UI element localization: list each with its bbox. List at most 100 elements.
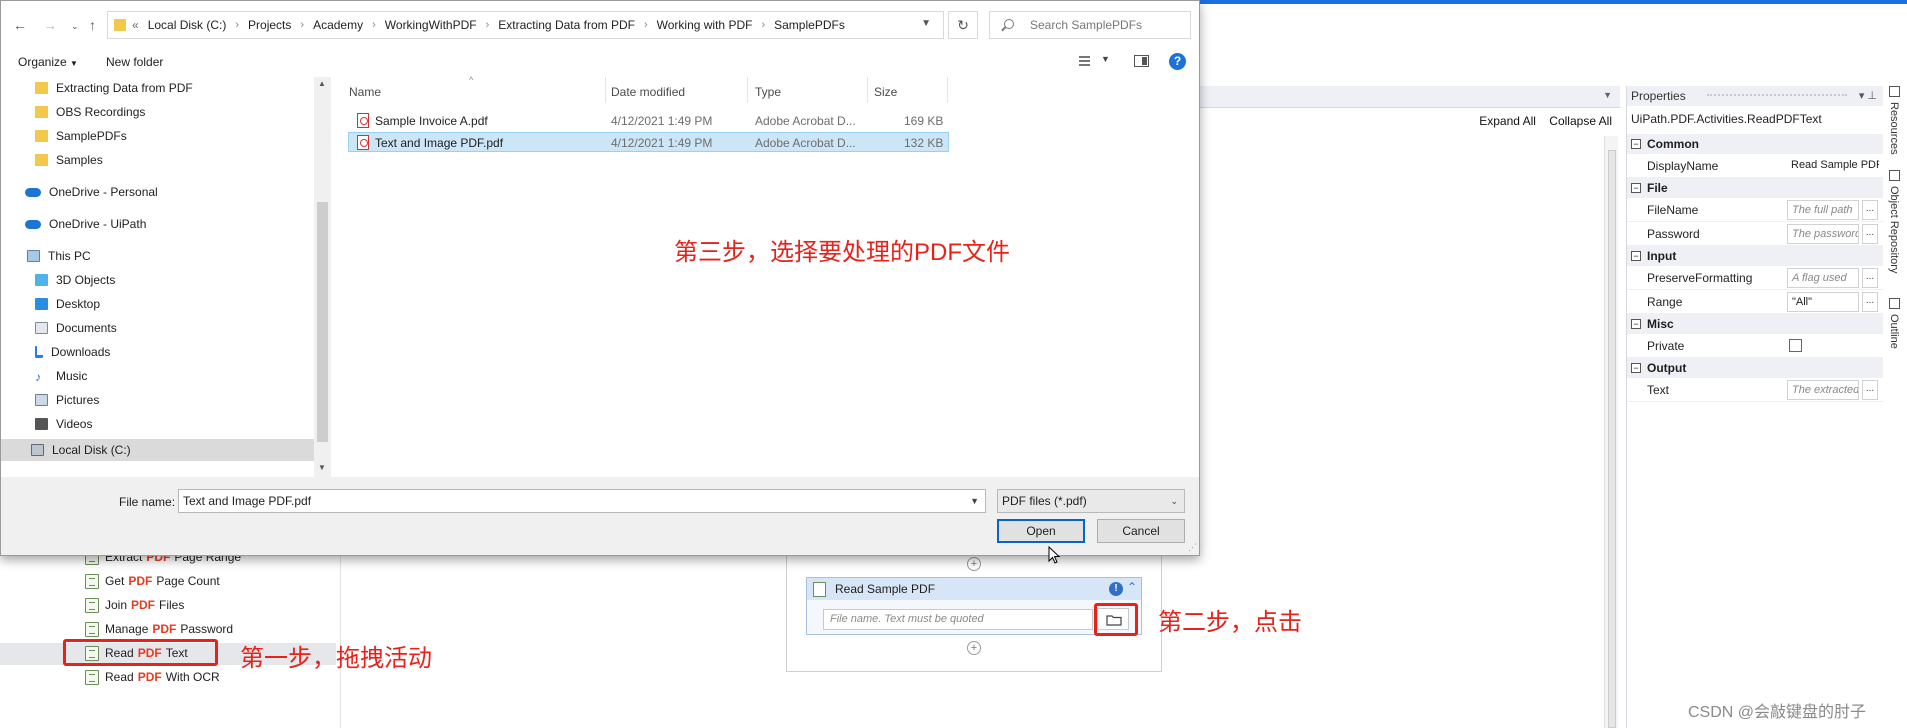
category-misc[interactable]: − Misc [1627,314,1883,334]
properties-title: Properties [1631,89,1686,103]
expand-all-button[interactable]: Expand All [1479,114,1536,128]
search-input[interactable]: Search SamplePDFs [989,11,1191,39]
chevron-down-icon[interactable]: ▼ [970,490,979,512]
nav-item-videos[interactable]: Videos [35,413,92,435]
preview-pane-icon[interactable] [1134,55,1149,67]
filetype-select[interactable]: PDF files (*.pdf) ⌄ [997,489,1185,513]
forward-arrow-icon[interactable]: → [43,17,57,33]
folder-icon [114,19,126,31]
info-icon[interactable]: ! [1109,582,1123,596]
nav-item-obs-recordings[interactable]: OBS Recordings [35,101,145,123]
read-sample-pdf-activity[interactable]: Read Sample PDF ! ⌃ File name. Text must… [806,577,1142,635]
tab-outline[interactable]: Outline [1888,314,1900,349]
private-checkbox[interactable] [1789,339,1802,352]
new-folder-button[interactable]: New folder [106,55,163,69]
address-bar[interactable]: « Local Disk (C:) › Projects › Academy › Wo… [107,11,944,39]
filename-input[interactable]: File name. Text must be quoted [823,609,1093,630]
activity-join-pdf-files[interactable]: Join PDF Files [85,595,184,615]
nav-item-pictures[interactable]: Pictures [35,389,99,411]
step1-annotation: 第一步，拖拽活动 [240,645,432,672]
ellipsis-button[interactable]: ... [1862,379,1878,400]
nav-item-local-disk-c[interactable]: Local Disk (C:) [31,439,131,461]
filename-value[interactable]: The full path [1787,199,1859,220]
nav-item-downloads[interactable]: Downloads [35,341,110,363]
step2-annotation: 第二步，点击 [1158,609,1302,636]
nav-item-samples[interactable]: Samples [35,149,103,171]
desktop-icon [35,298,48,310]
breadcrumb-item[interactable]: Extracting Data from PDF [498,18,635,32]
nav-item-music[interactable]: ♪ Music [35,365,87,387]
breadcrumb-item[interactable]: Projects [248,18,291,32]
scroll-thumb[interactable] [317,202,328,442]
nav-pane-scrollbar[interactable]: ▲ ▼ [314,77,331,477]
column-header-name[interactable]: Name [349,85,381,99]
tab-object-repository[interactable]: Object Repository [1888,186,1900,273]
column-header-type[interactable]: Type [755,85,781,99]
displayname-value[interactable]: Read Sample PDF [1787,156,1879,176]
range-value[interactable]: "All" [1787,291,1859,312]
resize-grip-icon[interactable]: ⋰ [1188,542,1197,553]
file-row-selected[interactable]: Text and Image PDF.pdf 4/12/2021 1:49 PM… [348,132,949,152]
column-header-date-modified[interactable]: Date modified [611,85,685,99]
column-header-size[interactable]: Size [874,85,897,99]
category-common[interactable]: − Common [1627,134,1883,154]
collapse-icon[interactable]: ⌃ [1127,580,1137,594]
refresh-button[interactable]: ↻ [948,11,978,39]
ellipsis-button[interactable]: ... [1862,291,1878,312]
address-dropdown-icon[interactable]: ▼ [921,18,931,29]
ellipsis-button[interactable]: ... [1862,267,1878,288]
organize-button[interactable]: Organize ▼ [18,55,78,69]
designer-scrollbar[interactable] [1604,136,1618,728]
recent-locations-chevron-icon[interactable]: ⌄ [71,21,79,32]
tab-resources[interactable]: Resources [1888,102,1900,155]
collapse-toggle-icon[interactable]: − [1631,251,1641,261]
add-activity-icon[interactable]: + [967,557,981,571]
activity-get-pdf-page-count[interactable]: Get PDF Page Count [85,571,220,591]
ellipsis-button[interactable]: ... [1862,223,1878,244]
activity-manage-pdf-password[interactable]: Manage PDF Password [85,619,233,639]
breadcrumb-item[interactable]: SamplePDFs [774,18,845,32]
category-output[interactable]: − Output [1627,358,1883,378]
scroll-down-icon[interactable]: ▼ [318,463,326,472]
nav-item-samplepdfs[interactable]: SamplePDFs [35,125,127,147]
breadcrumb-item[interactable]: WorkingWithPDF [385,18,477,32]
nav-item-desktop[interactable]: Desktop [35,293,100,315]
pin-icon[interactable]: ▾ ⊥ [1859,86,1877,106]
collapse-toggle-icon[interactable]: − [1631,183,1641,193]
file-row[interactable]: Sample Invoice A.pdf 4/12/2021 1:49 PM A… [349,111,949,131]
open-button[interactable]: Open [997,519,1085,543]
up-arrow-icon[interactable]: ↑ [89,17,96,33]
breadcrumb-item[interactable]: Working with PDF [657,18,753,32]
pdf-file-icon [357,135,369,150]
activity-read-pdf-with-ocr[interactable]: Read PDF With OCR [85,667,220,687]
breadcrumb-item[interactable]: Academy [313,18,363,32]
step2-highlight-box [1094,603,1138,636]
nav-item-onedrive-personal[interactable]: OneDrive - Personal [25,181,158,203]
add-activity-icon[interactable]: + [967,641,981,655]
cancel-button[interactable]: Cancel [1097,519,1185,543]
collapse-all-button[interactable]: Collapse All [1549,114,1612,128]
password-value[interactable]: The password [1787,223,1859,244]
category-file[interactable]: − File [1627,178,1883,198]
nav-item-onedrive-uipath[interactable]: OneDrive - UiPath [25,213,146,235]
filename-combobox[interactable]: Text and Image PDF.pdf ▼ [178,489,986,513]
properties-panel: Properties ▾ ⊥ UiPath.PDF.Activities.Rea… [1626,86,1883,728]
help-icon[interactable]: ? [1169,53,1186,70]
preserveformatting-value[interactable]: A flag used [1787,267,1859,288]
ellipsis-button[interactable]: ... [1862,199,1878,220]
collapse-toggle-icon[interactable]: − [1631,319,1641,329]
breadcrumb-item[interactable]: Local Disk (C:) [148,18,227,32]
nav-item-documents[interactable]: Documents [35,317,117,339]
nav-item-3d-objects[interactable]: 3D Objects [35,269,115,291]
change-view-button[interactable]: ▼ [1079,54,1111,69]
category-input[interactable]: − Input [1627,246,1883,266]
text-output-value[interactable]: The extracted [1787,379,1859,400]
collapse-toggle-icon[interactable]: − [1631,139,1641,149]
chevron-down-icon[interactable]: ⌄ [1170,490,1178,512]
scroll-up-icon[interactable]: ▲ [318,79,326,88]
nav-item-extracting-data-from-pdf[interactable]: Extracting Data from PDF [35,77,193,99]
nav-item-this-pc[interactable]: This PC [27,245,91,267]
back-arrow-icon[interactable]: ← [13,17,27,33]
overflow-chevron-icon[interactable]: « [132,18,139,32]
collapse-toggle-icon[interactable]: − [1631,363,1641,373]
